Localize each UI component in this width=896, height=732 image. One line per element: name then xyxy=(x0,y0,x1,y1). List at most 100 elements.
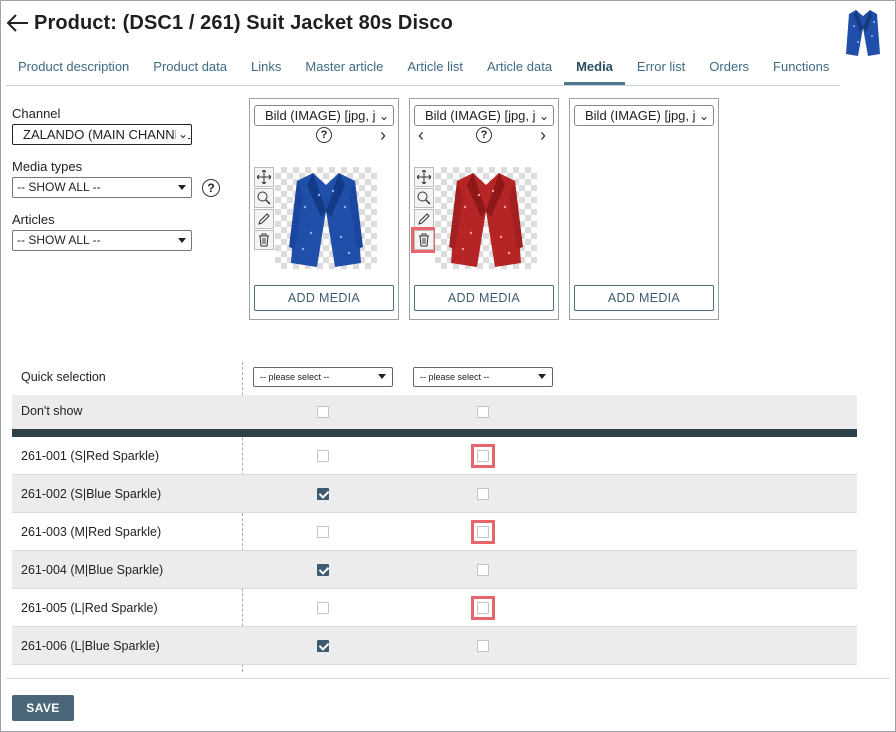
dont-show-row: Don't show xyxy=(12,395,857,429)
zoom-icon[interactable] xyxy=(254,188,274,208)
checkbox-highlight xyxy=(471,596,495,620)
media-tools xyxy=(254,167,274,251)
prev-arrow-icon[interactable]: ‹ xyxy=(418,125,424,146)
red-jacket-image xyxy=(449,173,523,267)
media-card: Bild (IMAGE) [jpg, j ⌄ ? › ADD MEDIA xyxy=(249,98,399,320)
move-icon[interactable] xyxy=(254,167,274,187)
save-button[interactable]: SAVE xyxy=(12,695,74,721)
dont-show-checkbox-col2[interactable] xyxy=(477,406,489,418)
chevron-down-icon: ⌄ xyxy=(698,109,709,123)
article-label: 261-004 (M|Blue Sparkle) xyxy=(21,563,164,577)
caret-down-icon xyxy=(538,374,546,379)
next-arrow-icon[interactable]: › xyxy=(540,125,546,146)
media-card: Bild (IMAGE) [jpg, j ⌄ ‹ ? › ADD MEDIA xyxy=(409,98,559,320)
table-row: 261-004 (M|Blue Sparkle) xyxy=(12,551,857,589)
add-media-button[interactable]: ADD MEDIA xyxy=(574,285,714,311)
assign-checkbox-col2[interactable] xyxy=(477,488,489,500)
assign-checkbox-col1[interactable] xyxy=(317,640,329,652)
media-type-select[interactable]: Bild (IMAGE) [jpg, j ⌄ xyxy=(574,105,714,126)
tab-product-description[interactable]: Product description xyxy=(6,54,141,85)
articles-select-value: -- SHOW ALL -- xyxy=(17,233,101,247)
checkbox-highlight xyxy=(471,444,495,468)
media-card-empty: Bild (IMAGE) [jpg, j ⌄ ADD MEDIA xyxy=(569,98,719,320)
tab-bar: Product description Product data Links M… xyxy=(6,54,840,86)
tab-media[interactable]: Media xyxy=(564,54,625,85)
channel-select[interactable]: ZALANDO (MAIN CHANNEL) ⌄ xyxy=(12,124,192,145)
assign-checkbox-col1[interactable] xyxy=(317,450,329,462)
tab-functions[interactable]: Functions xyxy=(761,54,841,85)
dont-show-checkbox-col1[interactable] xyxy=(317,406,329,418)
page-header: Product: (DSC1 / 261) Suit Jacket 80s Di… xyxy=(6,8,453,38)
media-type-select-value: Bild (IMAGE) [jpg, j xyxy=(425,108,536,123)
caret-down-icon xyxy=(378,374,386,379)
tab-master-article[interactable]: Master article xyxy=(293,54,395,85)
assign-checkbox-col1[interactable] xyxy=(317,602,329,614)
table-row: 261-002 (S|Blue Sparkle) xyxy=(12,475,857,513)
move-icon[interactable] xyxy=(414,167,434,187)
footer-divider xyxy=(6,678,890,679)
quick-select-col1[interactable]: -- please select -- xyxy=(253,367,393,387)
dont-show-label: Don't show xyxy=(21,404,83,418)
articles-select[interactable]: -- SHOW ALL -- xyxy=(12,230,192,251)
assign-checkbox-col1[interactable] xyxy=(317,564,329,576)
media-tools xyxy=(411,167,437,253)
table-row: 261-006 (L|Blue Sparkle) xyxy=(12,627,857,665)
quick-selection-row: Quick selection -- please select -- -- p… xyxy=(12,358,857,395)
caret-down-icon xyxy=(178,185,186,190)
table-row: 261-005 (L|Red Sparkle) xyxy=(12,589,857,627)
chevron-down-icon: ⌄ xyxy=(175,127,188,141)
next-arrow-icon[interactable]: › xyxy=(380,125,386,146)
checkbox-highlight xyxy=(471,520,495,544)
media-type-select[interactable]: Bild (IMAGE) [jpg, j ⌄ xyxy=(254,105,394,126)
zoom-icon[interactable] xyxy=(414,188,434,208)
article-label: 261-006 (L|Blue Sparkle) xyxy=(21,639,160,653)
table-row: 261-003 (M|Red Sparkle) xyxy=(12,513,857,551)
channel-label: Channel xyxy=(12,106,61,121)
assign-checkbox-col2[interactable] xyxy=(477,564,489,576)
chevron-down-icon: ⌄ xyxy=(538,109,549,123)
back-arrow-icon[interactable] xyxy=(6,12,30,34)
tab-article-list[interactable]: Article list xyxy=(395,54,475,85)
quick-selection-label: Quick selection xyxy=(21,370,106,384)
caret-down-icon xyxy=(178,238,186,243)
grid-divider-bar xyxy=(12,429,857,437)
article-label: 261-002 (S|Blue Sparkle) xyxy=(21,487,162,501)
tab-product-data[interactable]: Product data xyxy=(141,54,239,85)
quick-select-placeholder: -- please select -- xyxy=(420,372,490,382)
channel-select-value: ZALANDO (MAIN CHANNEL) xyxy=(23,127,192,142)
media-type-select-value: Bild (IMAGE) [jpg, j xyxy=(265,108,376,123)
assign-checkbox-col1[interactable] xyxy=(317,488,329,500)
tab-error-list[interactable]: Error list xyxy=(625,54,697,85)
tab-article-data[interactable]: Article data xyxy=(475,54,564,85)
assign-checkbox-col1[interactable] xyxy=(317,526,329,538)
media-image-red-jacket[interactable] xyxy=(435,167,537,269)
edit-pencil-icon[interactable] xyxy=(414,209,434,229)
product-thumbnail xyxy=(846,10,880,56)
help-icon[interactable]: ? xyxy=(476,127,492,143)
articles-label: Articles xyxy=(12,212,55,227)
add-media-button[interactable]: ADD MEDIA xyxy=(414,285,554,311)
article-rows: 261-001 (S|Red Sparkle) 261-002 (S|Blue S… xyxy=(12,437,857,665)
article-label: 261-005 (L|Red Sparkle) xyxy=(21,601,158,615)
blue-jacket-image xyxy=(289,173,363,267)
help-icon[interactable]: ? xyxy=(202,178,220,197)
tab-links[interactable]: Links xyxy=(239,54,293,85)
quick-select-col2[interactable]: -- please select -- xyxy=(413,367,553,387)
media-types-select[interactable]: -- SHOW ALL -- xyxy=(12,177,192,198)
chevron-down-icon: ⌄ xyxy=(378,109,389,123)
article-label: 261-003 (M|Red Sparkle) xyxy=(21,525,162,539)
delete-trash-icon[interactable] xyxy=(411,227,437,253)
tab-orders[interactable]: Orders xyxy=(697,54,761,85)
page-title: Product: (DSC1 / 261) Suit Jacket 80s Di… xyxy=(34,11,453,34)
media-image-blue-jacket[interactable] xyxy=(275,167,377,269)
media-type-select[interactable]: Bild (IMAGE) [jpg, j ⌄ xyxy=(414,105,554,126)
filter-panel: Channel ZALANDO (MAIN CHANNEL) ⌄ Media t… xyxy=(12,106,232,251)
edit-pencil-icon[interactable] xyxy=(254,209,274,229)
delete-trash-icon[interactable] xyxy=(254,230,274,250)
media-type-select-value: Bild (IMAGE) [jpg, j xyxy=(585,108,696,123)
assign-checkbox-col2[interactable] xyxy=(477,640,489,652)
help-icon[interactable]: ? xyxy=(316,127,332,143)
table-row: 261-001 (S|Red Sparkle) xyxy=(12,437,857,475)
add-media-button[interactable]: ADD MEDIA xyxy=(254,285,394,311)
media-types-label: Media types xyxy=(12,159,83,174)
